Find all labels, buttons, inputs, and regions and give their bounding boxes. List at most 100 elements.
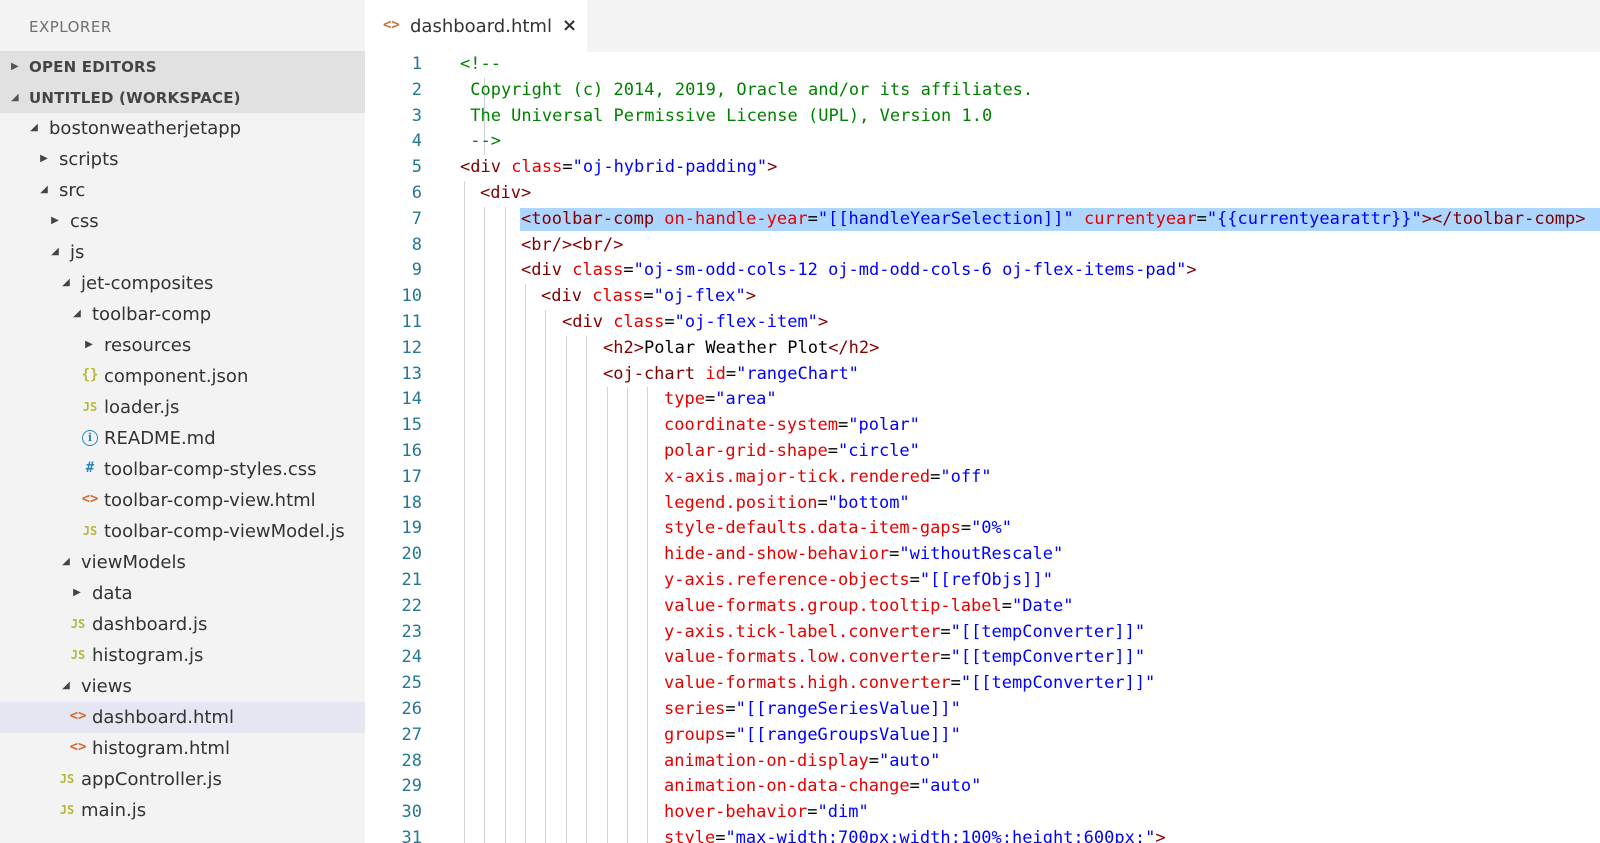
- code-line[interactable]: 20 hide-and-show-behavior="withoutRescale…: [365, 542, 1600, 568]
- code-line[interactable]: 16 polar-grid-shape="circle": [365, 439, 1600, 465]
- tree-file-component-json[interactable]: {} component.json: [0, 361, 365, 392]
- indent-guide: [647, 774, 648, 801]
- code-token: "[[tempConverter]]": [950, 621, 1146, 642]
- tree-file-readme-md[interactable]: i README.md: [0, 423, 365, 454]
- tree-folder-viewmodels[interactable]: ◢ viewModels: [0, 547, 365, 578]
- tree-folder-jet-composites[interactable]: ◢ jet-composites: [0, 268, 365, 299]
- section-header-open-editors[interactable]: ▶ OPEN EDITORS: [0, 51, 365, 82]
- indent-guide: [484, 826, 485, 843]
- code-line[interactable]: 25 value-formats.high.converter="[[tempCo…: [365, 671, 1600, 697]
- tree-file-toolbar-comp-styles-css[interactable]: # toolbar-comp-styles.css: [0, 454, 365, 485]
- code-line[interactable]: 18 legend.position="bottom": [365, 490, 1600, 517]
- indent-guide: [484, 722, 485, 749]
- code-line[interactable]: 7 <toolbar-comp on-handle-year="[[handleY…: [365, 206, 1600, 233]
- code-token: "[[refObjs]]": [919, 570, 1053, 590]
- section-header-workspace[interactable]: ◢ UNTITLED (WORKSPACE): [0, 82, 365, 113]
- code-content: style-defaults.data-item-gaps="0%": [664, 518, 1012, 538]
- code-token: groups: [664, 724, 726, 745]
- section-header-label: OPEN EDITORS: [29, 58, 157, 76]
- close-icon[interactable]: ×: [562, 15, 577, 36]
- code-line[interactable]: 6 <div>: [365, 181, 1600, 207]
- indent-guide: [627, 774, 628, 801]
- code-line[interactable]: 26 series="[[rangeSeriesValue]]": [365, 697, 1600, 723]
- code-line[interactable]: 24 value-formats.low.converter="[[tempCon…: [365, 645, 1600, 672]
- code-line[interactable]: 27 groups="[[rangeGroupsValue]]": [365, 722, 1600, 749]
- tree-file-toolbar-comp-view-html[interactable]: <> toolbar-comp-view.html: [0, 485, 365, 516]
- code-line[interactable]: 30 hover-behavior="dim": [365, 800, 1600, 826]
- tree-folder-js[interactable]: ◢ js: [0, 237, 365, 268]
- code-line[interactable]: 9 <div class="oj-sm-odd-cols-12 oj-md-odd…: [365, 258, 1600, 285]
- indent-guide: [484, 748, 485, 775]
- indent-guide: [525, 361, 526, 388]
- tree-file-toolbar-comp-viewmodel-js[interactable]: JS toolbar-comp-viewModel.js: [0, 516, 365, 547]
- indent-guide: [566, 413, 567, 439]
- tree-file-histogram-html[interactable]: <> histogram.html: [0, 733, 365, 764]
- tree-folder-src[interactable]: ◢ src: [0, 175, 365, 206]
- line-number: 28: [401, 750, 422, 771]
- indent-guide: [545, 335, 546, 362]
- code-token: type: [664, 389, 705, 410]
- code-line[interactable]: 14 type="area": [365, 387, 1600, 414]
- tree-file-histogram-js[interactable]: JS histogram.js: [0, 640, 365, 671]
- code-line[interactable]: 4 -->: [365, 129, 1600, 156]
- code-token: <oj-chart: [603, 363, 706, 384]
- tree-file-loader-js[interactable]: JS loader.js: [0, 392, 365, 423]
- code-token: <div: [521, 260, 573, 281]
- code-line[interactable]: 5 <div class="oj-hybrid-padding">: [365, 155, 1600, 181]
- line-number: 1: [411, 54, 422, 74]
- indent-guide: [607, 748, 608, 775]
- code-line[interactable]: 1 <!--: [365, 52, 1600, 78]
- tree-folder-bostonweatherjetapp[interactable]: ◢ bostonweatherjetapp: [0, 113, 365, 144]
- tree-folder-data[interactable]: ▶ data: [0, 578, 365, 609]
- code-line[interactable]: 22 value-formats.group.tooltip-label="Dat…: [365, 593, 1600, 620]
- tree-folder-css[interactable]: ▶ css: [0, 206, 365, 237]
- code-line[interactable]: 23 y-axis.tick-label.converter="[[tempCon…: [365, 619, 1600, 646]
- tab-dashboard-html[interactable]: <> dashboard.html ×: [365, 0, 587, 52]
- code-line[interactable]: 10 <div class="oj-flex">: [365, 284, 1600, 310]
- indent-guide: [484, 335, 485, 362]
- code-line[interactable]: 13 <oj-chart id="rangeChart": [365, 361, 1600, 388]
- indent-guide: [505, 387, 506, 414]
- html-file-icon: <>: [81, 491, 99, 507]
- tree-folder-resources[interactable]: ▶ resources: [0, 330, 365, 361]
- indent-guide: [484, 284, 485, 310]
- indent-guide: [647, 413, 648, 439]
- tree-file-dashboard-html[interactable]: <> dashboard.html: [0, 702, 365, 733]
- code-token: =: [1196, 208, 1207, 229]
- indent-guide: [627, 387, 628, 414]
- tree-folder-toolbar-comp[interactable]: ◢ toolbar-comp: [0, 299, 365, 330]
- code-line[interactable]: 3 The Universal Permissive License (UPL)…: [365, 103, 1600, 130]
- code-token: =: [562, 157, 573, 178]
- indent-guide: [505, 232, 506, 259]
- tree-file-main-js[interactable]: JS main.js: [0, 795, 365, 826]
- code-line[interactable]: 2 Copyright (c) 2014, 2019, Oracle and/o…: [365, 77, 1600, 104]
- code-line[interactable]: 29 animation-on-data-change="auto": [365, 774, 1600, 801]
- code-line[interactable]: 31 style="max-width:700px;width:100%;heig…: [365, 826, 1600, 843]
- code-line[interactable]: 19 style-defaults.data-item-gaps="0%": [365, 516, 1600, 543]
- indent-guide: [505, 593, 506, 620]
- indent-guide: [464, 826, 465, 843]
- tree-file-dashboard-js[interactable]: JS dashboard.js: [0, 609, 365, 640]
- code-line[interactable]: 28 animation-on-display="auto": [365, 748, 1600, 775]
- code-editor[interactable]: 1 <!-- 2 Copyright (c) 2014, 2019, Oracle …: [365, 52, 1600, 843]
- code-line[interactable]: 17 x-axis.major-tick.rendered="off": [365, 464, 1600, 491]
- code-line[interactable]: 21 y-axis.reference-objects="[[refObjs]]": [365, 568, 1600, 594]
- indent-guide: [586, 800, 587, 826]
- indent-guide: [525, 697, 526, 723]
- indent-guide: [464, 361, 465, 388]
- tree-file-appcontroller-js[interactable]: JS appController.js: [0, 764, 365, 795]
- code-token: =: [715, 828, 726, 843]
- line-number: 17: [401, 466, 422, 487]
- code-line[interactable]: 8 <br/><br/>: [365, 232, 1600, 259]
- tree-folder-scripts[interactable]: ▶ scripts: [0, 144, 365, 175]
- code-line[interactable]: 12 <h2>Polar Weather Plot</h2>: [365, 335, 1600, 362]
- code-line[interactable]: 11 <div class="oj-flex-item">: [365, 310, 1600, 336]
- indent-guide: [627, 619, 628, 646]
- indent-guide: [586, 490, 587, 517]
- code-line[interactable]: 15 coordinate-system="polar": [365, 413, 1600, 439]
- tree-item-label: histogram.js: [92, 645, 204, 666]
- indent-guide: [647, 516, 648, 543]
- tree-folder-views[interactable]: ◢ views: [0, 671, 365, 702]
- tree-item-label: bostonweatherjetapp: [49, 118, 242, 139]
- indent-guide: [647, 748, 648, 775]
